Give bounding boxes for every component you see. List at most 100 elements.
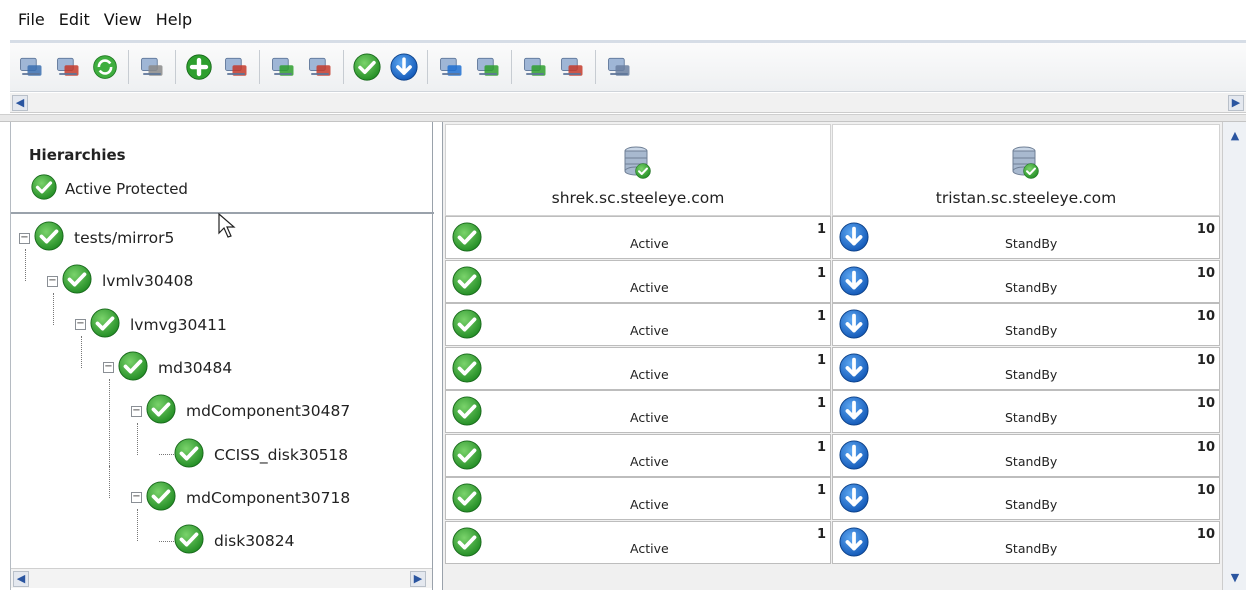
scroll-down-arrow-icon[interactable]: ▼ — [1227, 570, 1243, 586]
toolbar-separator — [343, 50, 344, 84]
vertical-scrollbar[interactable]: ▲ ▼ — [1222, 122, 1246, 590]
status-text: Active — [630, 323, 669, 338]
status-cell[interactable]: StandBy 10 — [832, 259, 1220, 303]
delete-dependency-icon[interactable] — [473, 52, 503, 82]
tree-connector — [25, 249, 26, 282]
server-column-header[interactable]: tristan.sc.steeleye.com — [832, 124, 1220, 216]
refresh-icon[interactable] — [90, 52, 120, 82]
create-comm-path-icon[interactable] — [520, 52, 550, 82]
status-cell[interactable]: StandBy 10 — [832, 216, 1220, 259]
menu-help[interactable]: Help — [156, 10, 192, 29]
status-cell[interactable]: Active 1 — [445, 433, 831, 477]
wizard-icon[interactable] — [137, 52, 167, 82]
tree-node[interactable]: − mdComponent30718 — [131, 480, 350, 516]
collapse-icon[interactable]: − — [19, 232, 30, 244]
active-icon — [452, 352, 482, 387]
active-icon — [452, 526, 482, 561]
status-cell[interactable]: Active 1 — [445, 216, 831, 259]
status-text: Active — [630, 410, 669, 425]
scroll-up-arrow-icon[interactable]: ▲ — [1227, 128, 1243, 144]
hierarchy-tree: − tests/mirror5 − lvmlv30408 − lvmvg30411 − md3… — [11, 216, 434, 566]
in-service-icon[interactable] — [352, 52, 382, 82]
tree-node[interactable]: − md30484 — [103, 350, 232, 386]
priority-value: 10 — [1196, 483, 1215, 498]
tree-node[interactable]: − tests/mirror5 — [19, 220, 174, 256]
splitter[interactable] — [0, 114, 1246, 122]
toolbar-separator — [595, 50, 596, 84]
collapse-icon[interactable]: − — [131, 405, 142, 417]
hierarchy-header: Hierarchies Active Protected — [11, 122, 434, 214]
toolbar-separator — [175, 50, 176, 84]
status-cell[interactable]: StandBy 10 — [832, 520, 1220, 564]
collapse-icon[interactable]: − — [131, 492, 142, 504]
tree-connector — [109, 379, 110, 412]
create-dependency-icon[interactable] — [436, 52, 466, 82]
active-protected-icon — [146, 481, 176, 515]
menu-edit[interactable]: Edit — [59, 10, 90, 29]
server-column-header[interactable]: shrek.sc.steeleye.com — [445, 124, 831, 216]
menu-file[interactable]: File — [18, 10, 45, 29]
status-cell[interactable]: Active 1 — [445, 346, 831, 390]
status-text: StandBy — [1005, 540, 1058, 556]
legend: Active Protected — [31, 174, 188, 204]
status-cell[interactable]: StandBy 10 — [832, 303, 1220, 346]
collapse-icon[interactable]: − — [103, 362, 114, 374]
status-text: Active — [630, 366, 669, 382]
scroll-right-arrow-icon[interactable]: ▶ — [410, 571, 426, 587]
tree-node-label: lvmvg30411 — [130, 315, 227, 334]
properties-icon[interactable] — [604, 52, 634, 82]
collapse-icon[interactable]: − — [75, 319, 86, 331]
tree-node[interactable]: − lvmlv30408 — [47, 263, 193, 299]
status-cell[interactable]: Active 1 — [445, 303, 831, 346]
disconnect-server-icon[interactable] — [53, 52, 83, 82]
toolbar — [10, 40, 1246, 92]
priority-value: 10 — [1196, 526, 1215, 542]
standby-icon — [839, 483, 869, 517]
tree-node[interactable]: CCISS_disk30518 — [159, 437, 348, 473]
extend-icon[interactable] — [268, 52, 298, 82]
delete-resource-icon[interactable] — [221, 52, 251, 82]
status-text: Active — [630, 497, 669, 512]
status-cell[interactable]: StandBy 10 — [832, 390, 1220, 433]
tree-connector — [81, 335, 82, 368]
priority-value: 1 — [816, 526, 826, 542]
status-cell[interactable]: StandBy 10 — [832, 433, 1220, 477]
standby-icon — [839, 265, 869, 300]
server-icon — [623, 146, 653, 185]
status-cell[interactable]: StandBy 10 — [832, 346, 1220, 390]
toolbar-scrollbar[interactable]: ◀ ▶ — [10, 93, 1246, 113]
out-of-service-icon[interactable] — [389, 52, 419, 82]
active-protected-icon — [118, 351, 148, 385]
toolbar-separator — [427, 50, 428, 84]
tree-node[interactable]: disk30824 — [159, 523, 295, 559]
status-cell[interactable]: Active 1 — [445, 477, 831, 520]
status-cell[interactable]: StandBy 10 — [832, 477, 1220, 520]
status-cell[interactable]: Active 1 — [445, 520, 831, 564]
status-cell[interactable]: Active 1 — [445, 259, 831, 303]
scroll-right-arrow-icon[interactable]: ▶ — [1228, 95, 1244, 111]
collapse-icon[interactable]: − — [47, 275, 58, 287]
hierarchies-title: Hierarchies — [29, 146, 126, 164]
status-text: Active — [630, 540, 669, 556]
tree-scrollbar[interactable]: ◀ ▶ — [11, 568, 432, 588]
active-protected-icon — [90, 308, 120, 342]
menu-view[interactable]: View — [104, 10, 142, 29]
priority-value: 10 — [1196, 265, 1215, 281]
create-resource-icon[interactable] — [184, 52, 214, 82]
scroll-left-arrow-icon[interactable]: ◀ — [13, 571, 29, 587]
priority-value: 1 — [816, 265, 826, 281]
tree-connector — [137, 422, 138, 455]
connect-server-icon[interactable] — [16, 52, 46, 82]
scroll-left-arrow-icon[interactable]: ◀ — [12, 95, 28, 111]
standby-icon — [839, 352, 869, 387]
status-text: Active — [630, 279, 669, 295]
tree-node[interactable]: − mdComponent30487 — [131, 393, 350, 429]
unextend-icon[interactable] — [305, 52, 335, 82]
delete-comm-path-icon[interactable] — [557, 52, 587, 82]
legend-label: Active Protected — [65, 180, 188, 198]
status-cell[interactable]: Active 1 — [445, 390, 831, 433]
server-name: tristan.sc.steeleye.com — [935, 189, 1117, 207]
status-text: Active — [630, 236, 669, 251]
tree-node[interactable]: − lvmvg30411 — [75, 307, 227, 343]
tree-node-label: mdComponent30718 — [186, 488, 351, 507]
